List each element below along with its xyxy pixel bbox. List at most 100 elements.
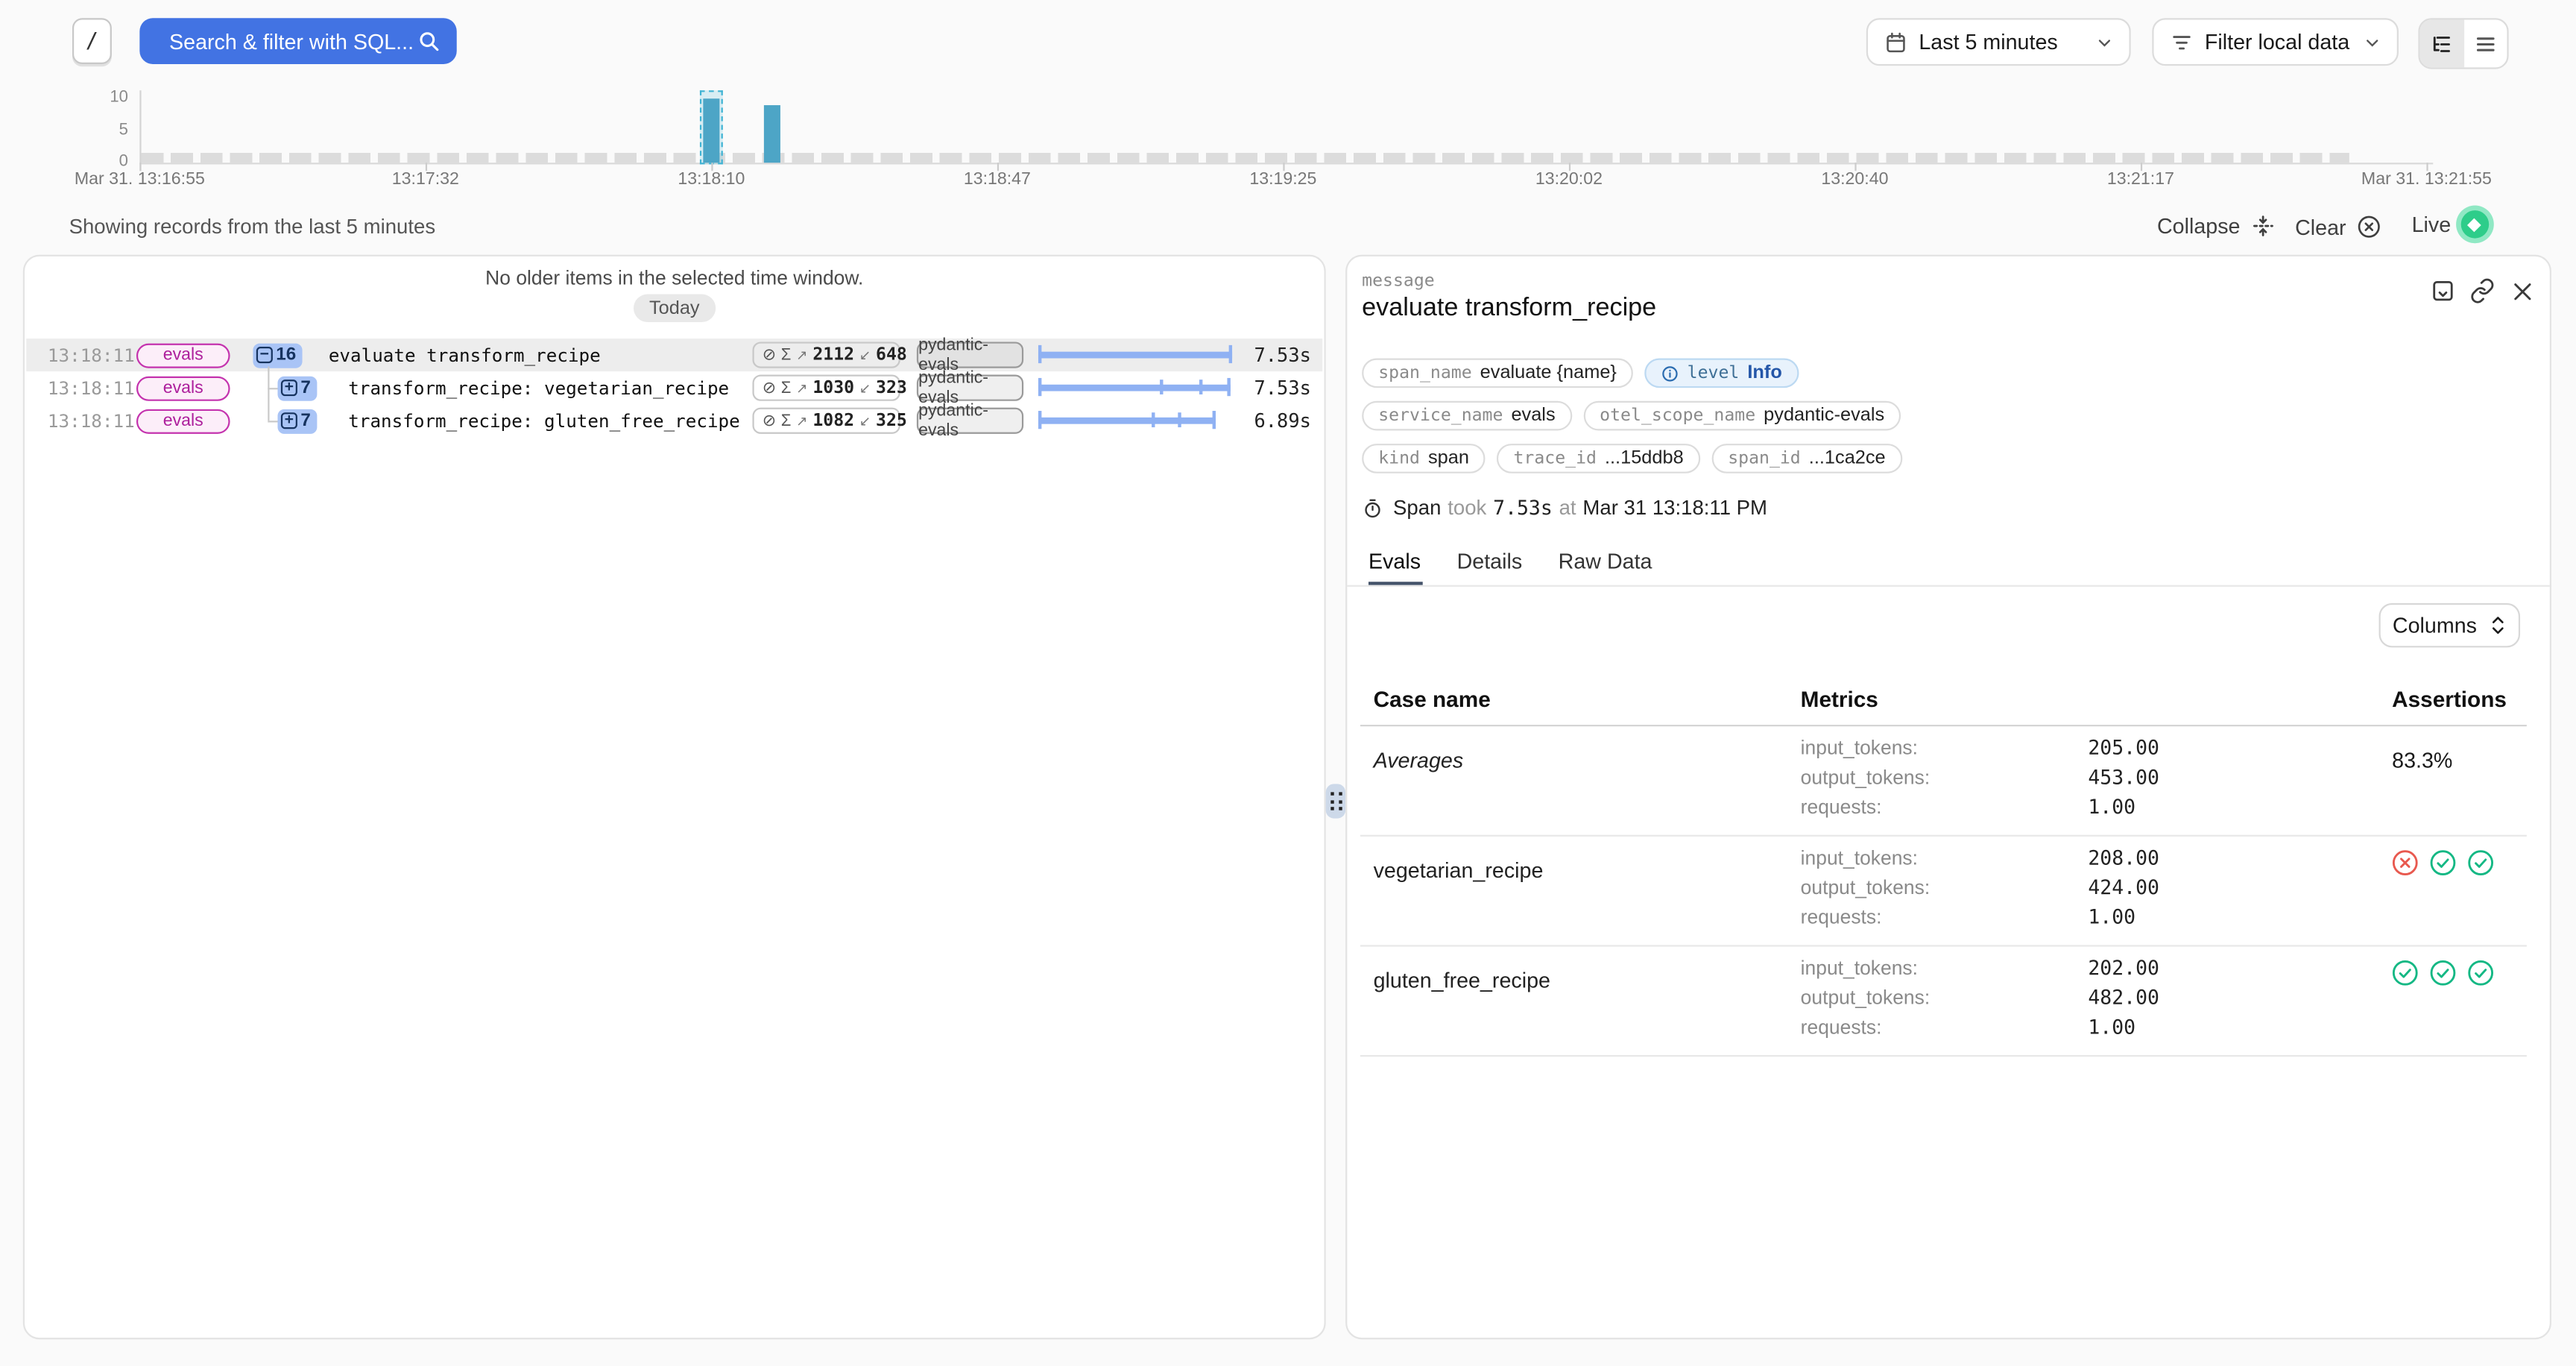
token-stats-pill: ⊘ Σ ↗1082 ↙325 [752, 408, 900, 434]
assertion-pass-icon [2468, 960, 2494, 986]
output-tokens: 323 [876, 378, 907, 397]
duration-text: 7.53s [1254, 344, 1311, 367]
chevron-down-icon [2364, 34, 2381, 50]
search-icon [417, 30, 441, 53]
records-histogram: 0510 Mar 31. 13:16:5513:17:3213:18:1013:… [0, 79, 2576, 198]
x-tick-label: 13:20:02 [1535, 169, 1603, 189]
attribute-pill-trace-id[interactable]: trace_id ...15ddb8 [1497, 444, 1699, 473]
evals-table-header: Case name Metrics Assertions [1360, 676, 2527, 726]
evals-table-row[interactable]: vegetarian_recipe input_tokens:208.00 ou… [1360, 837, 2527, 947]
expand-node-button[interactable]: + 7 [277, 376, 317, 400]
evals-table-row[interactable]: gluten_free_recipe input_tokens:202.00 o… [1360, 947, 2527, 1057]
evals-table: Case name Metrics Assertions Averages in… [1360, 676, 2527, 1057]
collapse-button[interactable]: Collapse [2157, 214, 2275, 239]
filter-icon [2171, 31, 2194, 54]
slash-shortcut-key[interactable]: / [72, 18, 112, 64]
clear-label: Clear [2295, 215, 2346, 239]
tree-view-icon [2430, 32, 2453, 55]
plus-box-icon: + [281, 412, 297, 429]
tab-raw-data[interactable]: Raw Data [1559, 549, 1652, 573]
time-range-button[interactable]: Last 5 minutes [1866, 18, 2131, 66]
output-arrow-icon: ↙ [859, 412, 871, 429]
row-timestamp: 13:18:11 [48, 377, 135, 399]
trace-row[interactable]: 13:18:11 evals + 7 transform_recipe: glu… [26, 404, 1322, 437]
attribute-pill-span-id[interactable]: span_id ...1ca2ce [1711, 444, 1902, 473]
row-timestamp: 13:18:11 [48, 410, 135, 432]
col-assertions: Assertions [2392, 687, 2507, 711]
histogram-bar[interactable] [764, 105, 780, 163]
duration-bar [1038, 351, 1232, 359]
span-name: transform_recipe: vegetarian_recipe [348, 377, 729, 399]
columns-button[interactable]: Columns [2379, 603, 2521, 648]
trace-list-panel: No older items in the selected time wind… [23, 255, 1326, 1340]
tokens-icon: ⊘ [763, 346, 776, 364]
case-name: vegetarian_recipe [1374, 858, 1544, 883]
no-older-items-text: No older items in the selected time wind… [25, 266, 1324, 289]
token-stats-pill: ⊘ Σ ↗2112 ↙648 [752, 342, 900, 368]
tree-view-button[interactable] [2420, 19, 2463, 67]
attribute-pill-kind[interactable]: kind span [1362, 444, 1486, 473]
close-icon[interactable] [2509, 277, 2535, 303]
service-badge: evals [136, 376, 230, 400]
detail-title: evaluate transform_recipe [1362, 295, 1656, 324]
assertion-fail-icon [2392, 850, 2418, 876]
view-mode-toggle [2418, 18, 2508, 69]
input-tokens: 2112 [812, 345, 854, 365]
live-toggle[interactable]: Live [2412, 210, 2489, 238]
x-tick-label: 13:21:17 [2107, 169, 2174, 189]
x-tick-label: 13:18:47 [964, 169, 1031, 189]
case-name: gluten_free_recipe [1374, 968, 1550, 992]
panel-resize-handle[interactable] [1326, 784, 1345, 818]
search-button[interactable]: Search & filter with SQL... [139, 18, 456, 64]
filter-local-data-button[interactable]: Filter local data [2152, 18, 2399, 66]
live-label: Live [2412, 212, 2452, 236]
span-detail-panel: message evaluate transform_recipe span_n… [1345, 255, 2551, 1340]
child-count: 16 [276, 345, 296, 365]
level-pill[interactable]: level Info [1644, 358, 1798, 388]
input-arrow-icon: ↗ [796, 346, 808, 364]
tab-evals[interactable]: Evals [1368, 549, 1421, 573]
trace-row[interactable]: 13:18:11 evals − 16 evaluate transform_r… [26, 339, 1322, 371]
tab-details[interactable]: Details [1457, 549, 1523, 573]
x-tick-label: 13:18:10 [678, 169, 745, 189]
assertion-pass-icon [2468, 850, 2494, 876]
duration-bar-tick [1152, 412, 1155, 427]
assertion-pass-icon [2392, 960, 2418, 986]
attribute-pill-service-name[interactable]: service_name evals [1362, 401, 1572, 431]
minus-box-icon: − [256, 347, 273, 363]
span-name: evaluate transform_recipe [329, 344, 601, 366]
trace-row[interactable]: 13:18:11 evals + 7 transform_recipe: veg… [26, 371, 1322, 404]
sigma-icon: Σ [781, 346, 792, 364]
copy-link-icon[interactable] [2469, 277, 2496, 303]
clear-circle-x-icon [2356, 214, 2382, 240]
calendar-icon [1884, 31, 1907, 54]
attribute-pill-otel-scope[interactable]: otel_scope_name pydantic-evals [1583, 401, 1901, 431]
col-case-name: Case name [1374, 687, 1491, 711]
duration-bar-tick [1178, 412, 1181, 427]
expand-node-button[interactable]: + 7 [277, 409, 317, 433]
scope-tag: pydantic-evals [917, 342, 1023, 368]
dock-panel-icon[interactable] [2430, 277, 2456, 303]
attribute-pill-span-name[interactable]: span_name evaluate {name} [1362, 358, 1633, 388]
y-tick-label: 0 [82, 154, 128, 171]
showing-records-text: Showing records from the last 5 minutes [69, 215, 436, 239]
tree-connector-line [268, 367, 269, 421]
list-view-button[interactable] [2463, 19, 2507, 67]
output-arrow-icon: ↙ [859, 379, 871, 397]
input-arrow-icon: ↗ [796, 412, 808, 429]
histogram-bar[interactable] [703, 98, 719, 163]
tree-connector-stub [268, 387, 277, 388]
clear-button[interactable]: Clear [2295, 214, 2382, 240]
up-down-chevrons-icon [2488, 614, 2506, 636]
child-count: 7 [300, 411, 311, 430]
collapse-node-button[interactable]: − 16 [253, 343, 303, 368]
x-tick-label: 13:20:40 [1821, 169, 1888, 189]
assertions-cell [2392, 850, 2494, 876]
histogram-plot[interactable] [139, 90, 2426, 163]
service-badge: evals [136, 343, 230, 368]
x-tick-label: Mar 31. 13:21:55 [2361, 169, 2492, 189]
output-tokens: 325 [876, 411, 907, 430]
evals-table-row[interactable]: Averages input_tokens:205.00 output_toke… [1360, 726, 2527, 837]
col-metrics: Metrics [1801, 687, 1878, 711]
duration-text: 6.89s [1254, 409, 1311, 432]
